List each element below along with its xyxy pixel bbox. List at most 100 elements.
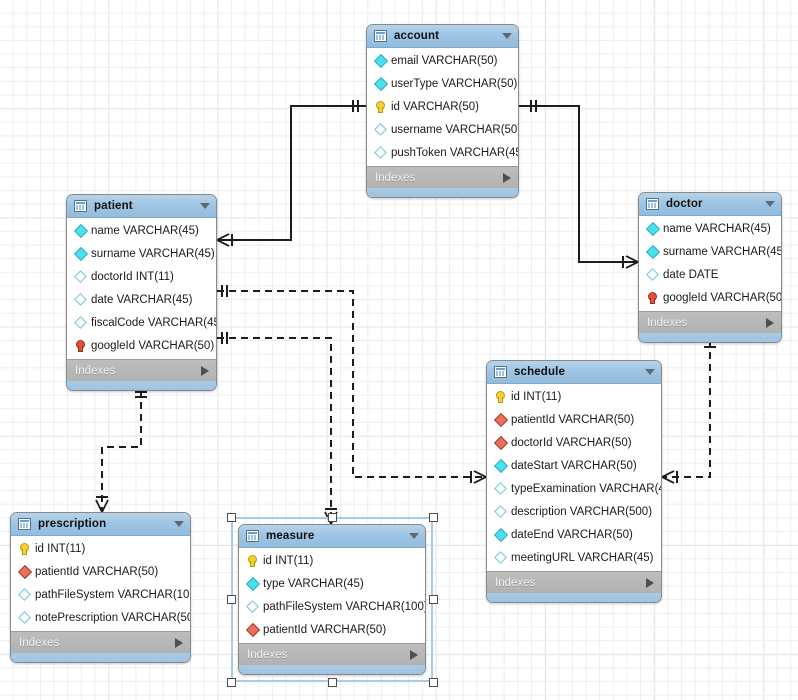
table-account[interactable]: account email VARCHAR(50) userType VARCHAR…: [366, 24, 519, 198]
chevron-right-icon[interactable]: [410, 649, 418, 660]
link-patient-prescription-ends: [95, 391, 147, 513]
table-row[interactable]: doctorId VARCHAR(50): [487, 431, 661, 454]
column-label: surname VARCHAR(45): [663, 245, 782, 258]
key-pk-icon: [374, 100, 387, 113]
resize-handle-ne[interactable]: [428, 512, 438, 522]
indexes-section-patient[interactable]: Indexes: [67, 359, 216, 381]
chevron-down-icon[interactable]: [765, 201, 775, 207]
link-patient-account[interactable]: [216, 100, 366, 247]
table-header-schedule[interactable]: schedule: [487, 361, 661, 384]
column-label: id INT(11): [263, 554, 314, 567]
column-label: typeExamination VARCHAR(45): [511, 482, 662, 495]
indexes-label: Indexes: [247, 648, 288, 661]
table-row[interactable]: id INT(11): [11, 537, 190, 560]
table-header-account[interactable]: account: [367, 25, 518, 48]
chevron-down-icon[interactable]: [645, 369, 655, 375]
table-row[interactable]: pushToken VARCHAR(45): [367, 141, 518, 164]
indexes-section-prescription[interactable]: Indexes: [11, 631, 190, 653]
table-columns: id INT(11) patientId VARCHAR(50) doctorId …: [487, 384, 661, 571]
table-title: measure: [266, 530, 315, 542]
table-row[interactable]: email VARCHAR(50): [367, 49, 518, 72]
resize-handle-n[interactable]: [327, 512, 337, 522]
table-patient[interactable]: patient name VARCHAR(45) surname VARCHAR(4…: [66, 194, 217, 391]
indexes-label: Indexes: [375, 171, 416, 184]
table-measure[interactable]: measure id INT(11) type VARCHAR(45) pathFil…: [238, 524, 426, 675]
chevron-right-icon[interactable]: [646, 577, 654, 588]
table-row[interactable]: id INT(11): [487, 385, 661, 408]
diamond-fk-icon: [494, 436, 507, 449]
diamond-fk-icon: [246, 623, 259, 636]
table-row[interactable]: name VARCHAR(45): [639, 217, 781, 240]
table-header-patient[interactable]: patient: [67, 195, 216, 218]
table-prescription[interactable]: prescription id INT(11) patientId VARCHAR(…: [10, 512, 191, 663]
indexes-section-schedule[interactable]: Indexes: [487, 571, 661, 593]
resize-handle-sw[interactable]: [226, 677, 236, 687]
diamond-filled-icon: [494, 528, 507, 541]
table-header-doctor[interactable]: doctor: [639, 193, 781, 216]
link-account-doctor[interactable]: [519, 100, 639, 269]
table-header-prescription[interactable]: prescription: [11, 513, 190, 536]
link-patient-measure[interactable]: [217, 337, 332, 524]
diamond-filled-icon: [374, 54, 387, 67]
table-row[interactable]: meetingURL VARCHAR(45): [487, 546, 661, 569]
chevron-down-icon[interactable]: [502, 33, 512, 39]
table-row[interactable]: type VARCHAR(45): [239, 572, 425, 595]
table-row[interactable]: googleId VARCHAR(50): [639, 286, 781, 309]
column-label: username VARCHAR(50): [391, 123, 519, 136]
table-icon: [246, 530, 259, 542]
link-doctor-schedule[interactable]: [662, 340, 711, 478]
column-label: pathFileSystem VARCHAR(100): [35, 588, 191, 601]
link-patient-prescription[interactable]: [101, 390, 142, 512]
chevron-right-icon[interactable]: [503, 172, 511, 183]
chevron-down-icon[interactable]: [174, 521, 184, 527]
table-row[interactable]: fiscalCode VARCHAR(45): [67, 311, 216, 334]
resize-handle-nw[interactable]: [226, 512, 236, 522]
column-label: id VARCHAR(50): [391, 100, 479, 113]
table-row[interactable]: typeExamination VARCHAR(45): [487, 477, 661, 500]
table-row[interactable]: pathFileSystem VARCHAR(100): [239, 595, 425, 618]
link-patient-schedule[interactable]: [217, 290, 486, 478]
resize-handle-se[interactable]: [428, 677, 438, 687]
table-row[interactable]: id VARCHAR(50): [367, 95, 518, 118]
table-row[interactable]: surname VARCHAR(45): [639, 240, 781, 263]
link-patient-schedule-ends: [221, 285, 487, 484]
table-row[interactable]: doctorId INT(11): [67, 265, 216, 288]
chevron-right-icon[interactable]: [766, 317, 774, 328]
table-row[interactable]: surname VARCHAR(45): [67, 242, 216, 265]
table-title: patient: [94, 200, 133, 212]
column-label: googleId VARCHAR(50): [91, 339, 215, 352]
resize-handle-e[interactable]: [428, 595, 438, 604]
table-row[interactable]: dateEnd VARCHAR(50): [487, 523, 661, 546]
indexes-section-account[interactable]: Indexes: [367, 166, 518, 188]
table-row[interactable]: dateStart VARCHAR(50): [487, 454, 661, 477]
table-row[interactable]: userType VARCHAR(50): [367, 72, 518, 95]
table-row[interactable]: date DATE: [639, 263, 781, 286]
chevron-right-icon[interactable]: [175, 637, 183, 648]
chevron-right-icon[interactable]: [201, 365, 209, 376]
resize-handle-s[interactable]: [327, 677, 337, 687]
table-row[interactable]: pathFileSystem VARCHAR(100): [11, 583, 190, 606]
table-row[interactable]: name VARCHAR(45): [67, 219, 216, 242]
table-row[interactable]: patientId VARCHAR(50): [11, 560, 190, 583]
table-doctor[interactable]: doctor name VARCHAR(45) surname VARCHAR(45…: [638, 192, 782, 343]
diamond-hollow-icon: [374, 146, 387, 159]
chevron-down-icon[interactable]: [409, 533, 419, 539]
resize-handle-w[interactable]: [226, 595, 236, 604]
table-row[interactable]: username VARCHAR(50): [367, 118, 518, 141]
table-row[interactable]: patientId VARCHAR(50): [239, 618, 425, 641]
column-label: pathFileSystem VARCHAR(100): [263, 600, 426, 613]
table-row[interactable]: date VARCHAR(45): [67, 288, 216, 311]
diamond-hollow-icon: [74, 293, 87, 306]
indexes-section-doctor[interactable]: Indexes: [639, 311, 781, 333]
table-schedule[interactable]: schedule id INT(11) patientId VARCHAR(50) d…: [486, 360, 662, 603]
table-row[interactable]: patientId VARCHAR(50): [487, 408, 661, 431]
indexes-section-measure[interactable]: Indexes: [239, 643, 425, 665]
er-diagram-canvas[interactable]: account email VARCHAR(50) userType VARCHAR…: [0, 0, 798, 700]
key-uq-icon: [646, 291, 659, 304]
table-row[interactable]: description VARCHAR(500): [487, 500, 661, 523]
table-row[interactable]: id INT(11): [239, 549, 425, 572]
table-header-measure[interactable]: measure: [239, 525, 425, 548]
table-row[interactable]: notePrescription VARCHAR(500): [11, 606, 190, 629]
chevron-down-icon[interactable]: [200, 203, 210, 209]
table-row[interactable]: googleId VARCHAR(50): [67, 334, 216, 357]
